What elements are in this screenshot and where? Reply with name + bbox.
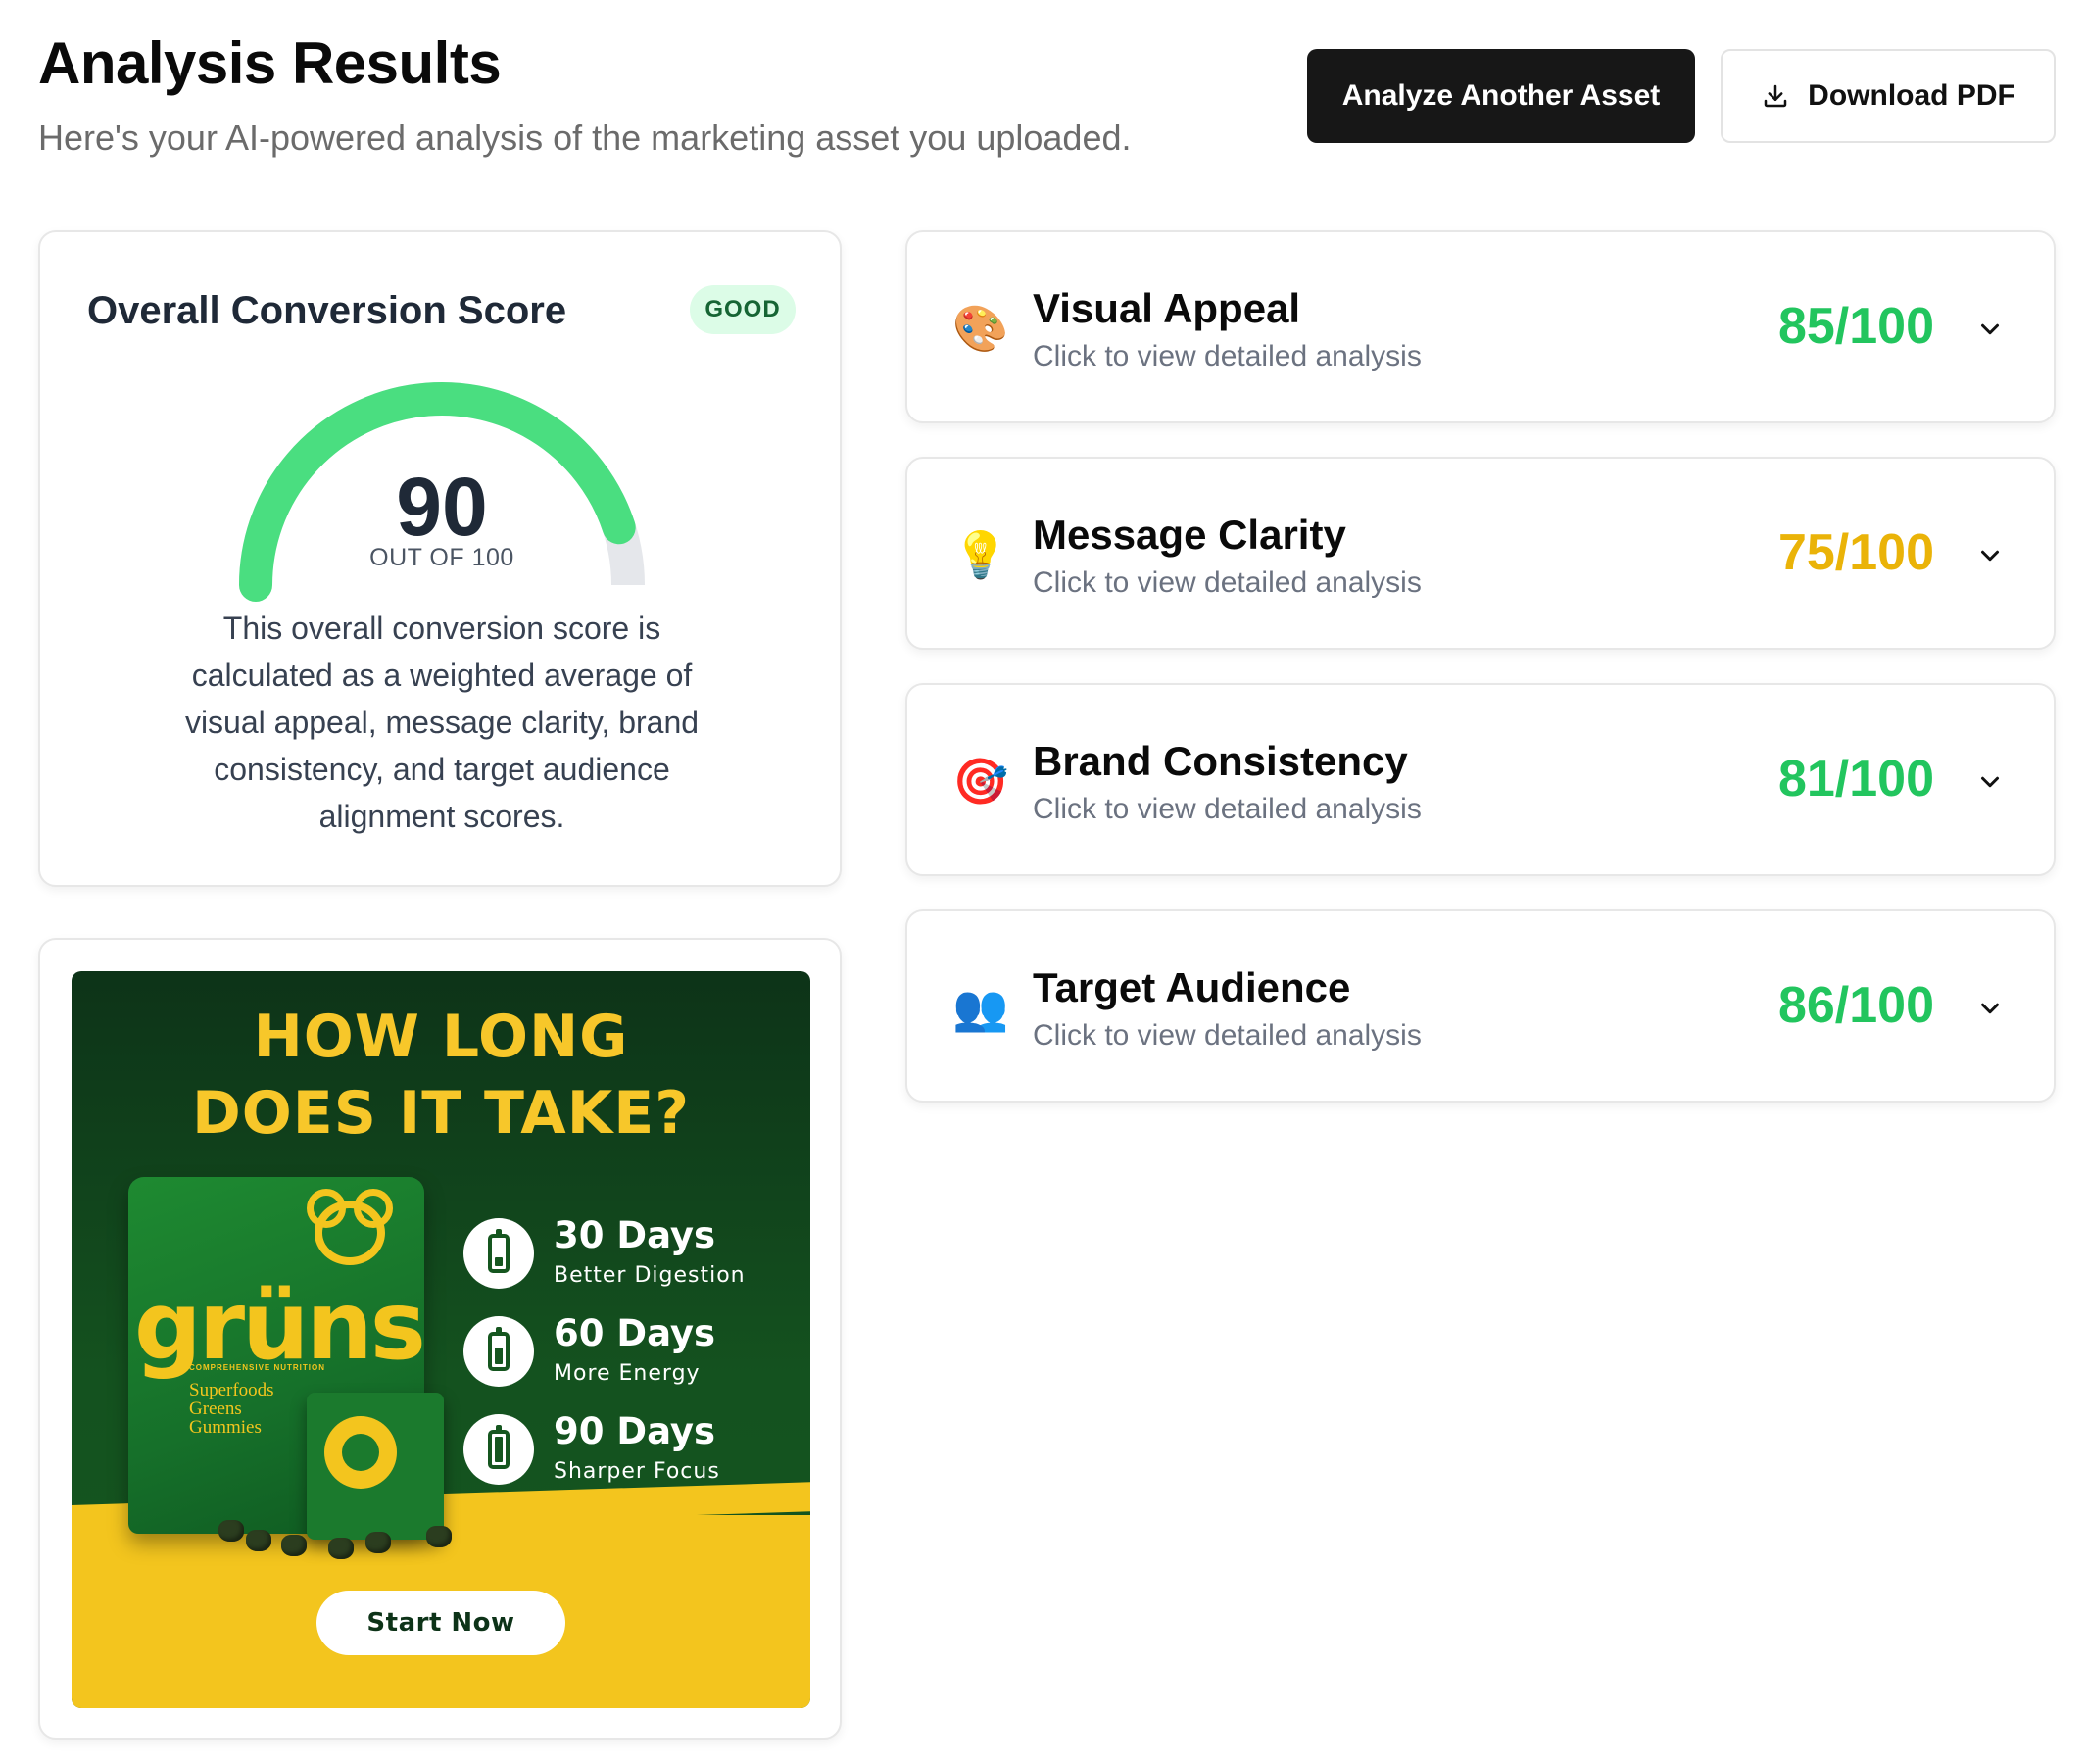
metric-card-target-audience[interactable]: 👥 Target Audience Click to view detailed… <box>905 909 2056 1102</box>
battery-outline <box>488 1425 510 1469</box>
metric-title: Brand Consistency <box>1033 738 1408 784</box>
analysis-results-page: Analysis Results Here's your AI-powered … <box>0 0 2087 1764</box>
metric-card-visual-appeal[interactable]: 🎨 Visual Appeal Click to view detailed a… <box>905 230 2056 423</box>
metric-score: 85/100 <box>1777 298 1934 355</box>
battery-fill <box>495 1257 503 1266</box>
battery-outline <box>488 1229 510 1273</box>
status-badge: GOOD <box>690 285 796 334</box>
metric-score: 81/100 <box>1777 751 1934 808</box>
palette-icon: 🎨 <box>952 302 1009 355</box>
product-name-line2: Greens <box>189 1398 242 1419</box>
asset-preview-card: HOW LONG DOES IT TAKE? grüns COMPREHENSI… <box>38 938 842 1740</box>
download-pdf-label: Download PDF <box>1808 79 2015 112</box>
download-pdf-button[interactable]: Download PDF <box>1721 49 2056 143</box>
pack-logo-icon <box>324 1416 397 1489</box>
ad-headline: HOW LONG DOES IT TAKE? <box>72 999 810 1152</box>
battery-icon <box>463 1316 534 1387</box>
page-title: Analysis Results <box>38 30 502 96</box>
timeline-benefit: More Energy <box>554 1361 701 1386</box>
overall-score-title: Overall Conversion Score <box>87 289 567 332</box>
overall-score-card: Overall Conversion Score GOOD 90 OUT OF … <box>38 230 842 887</box>
page-subtitle: Here's your AI-powered analysis of the m… <box>38 118 1132 158</box>
target-icon: 🎯 <box>952 755 1009 808</box>
gummy-icon <box>246 1530 271 1551</box>
ad-headline-line2: DOES IT TAKE? <box>191 1079 691 1148</box>
metric-title: Message Clarity <box>1033 512 1346 558</box>
gummy-icon <box>218 1520 244 1542</box>
people-icon: 👥 <box>952 981 1009 1034</box>
metric-card-message-clarity[interactable]: 💡 Message Clarity Click to view detailed… <box>905 457 2056 650</box>
marketing-asset-image[interactable]: HOW LONG DOES IT TAKE? grüns COMPREHENSI… <box>72 971 810 1708</box>
timeline-benefit: Better Digestion <box>554 1263 746 1288</box>
gummy-icon <box>281 1535 307 1556</box>
metric-score: 75/100 <box>1777 524 1934 581</box>
metric-subtitle: Click to view detailed analysis <box>1033 340 1422 372</box>
ad-headline-line1: HOW LONG <box>253 1003 629 1071</box>
timeline-item: 30 Days Better Digestion <box>463 1214 797 1302</box>
bear-logo-icon <box>307 1189 393 1265</box>
chevron-down-icon[interactable] <box>1975 767 2005 797</box>
ad-start-now-button: Start Now <box>316 1591 565 1655</box>
gummy-icon <box>426 1526 452 1547</box>
metric-subtitle: Click to view detailed analysis <box>1033 793 1422 825</box>
battery-outline <box>488 1327 510 1371</box>
chevron-down-icon[interactable] <box>1975 541 2005 570</box>
metric-subtitle: Click to view detailed analysis <box>1033 566 1422 599</box>
battery-fill <box>495 1348 503 1364</box>
overall-score-out-of: OUT OF 100 <box>369 544 514 571</box>
timeline-days: 60 Days <box>554 1312 716 1354</box>
analyze-another-asset-button[interactable]: Analyze Another Asset <box>1307 49 1695 143</box>
gummy-icon <box>365 1532 391 1553</box>
metric-title: Target Audience <box>1033 964 1351 1010</box>
overall-score-description: This overall conversion score is calcula… <box>184 611 700 834</box>
timeline-benefit: Sharper Focus <box>554 1459 720 1484</box>
battery-fill <box>495 1437 503 1462</box>
timeline-days: 90 Days <box>554 1410 716 1452</box>
download-icon <box>1764 84 1787 108</box>
metric-subtitle: Click to view detailed analysis <box>1033 1019 1422 1052</box>
lightbulb-icon: 💡 <box>952 528 1009 581</box>
product-name-line3: Gummies <box>189 1417 262 1438</box>
metric-card-brand-consistency[interactable]: 🎯 Brand Consistency Click to view detail… <box>905 683 2056 876</box>
overall-score-value: 90 <box>396 461 488 553</box>
chevron-down-icon[interactable] <box>1975 315 2005 344</box>
battery-icon <box>463 1218 534 1289</box>
product-name-line1: Superfoods <box>189 1380 274 1400</box>
metric-score: 86/100 <box>1777 977 1934 1034</box>
product-pack-small <box>307 1393 444 1540</box>
product-name: Superfoods Greens Gummies <box>189 1381 274 1437</box>
product-small-label: COMPREHENSIVE NUTRITION <box>189 1363 326 1372</box>
timeline-days: 30 Days <box>554 1214 716 1256</box>
timeline-item: 60 Days More Energy <box>463 1312 797 1400</box>
metric-title: Visual Appeal <box>1033 285 1301 331</box>
gummy-icon <box>328 1538 354 1559</box>
analyze-another-asset-label: Analyze Another Asset <box>1341 79 1661 112</box>
chevron-down-icon[interactable] <box>1975 994 2005 1023</box>
battery-icon <box>463 1414 534 1485</box>
timeline-item: 90 Days Sharper Focus <box>463 1410 797 1498</box>
